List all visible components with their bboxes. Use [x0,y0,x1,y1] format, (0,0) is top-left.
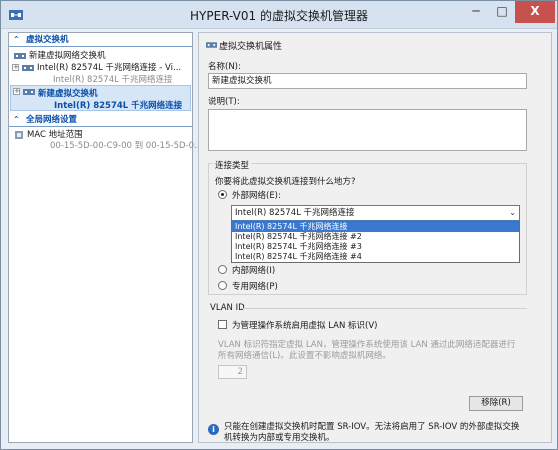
adapter-option[interactable]: Intel(R) 82574L 千兆网络连接 #2 [232,232,519,242]
private-network-radio[interactable] [218,281,227,290]
expand-icon[interactable]: + [12,64,19,71]
sr-iov-info-text: 只能在创建虚拟交换机时配置 SR-IOV。无法将启用了 SR-IOV 的外部虚拟… [224,422,520,443]
connection-question: 你要将此虚拟交换机连接到什么地方? [215,177,356,187]
network-switch-icon [22,65,34,71]
switch-manager-window: HYPER-V01 的虚拟交换机管理器 ─ □ X ⌃ 虚拟交换机 新建虚拟网络… [0,0,558,450]
private-network-label: 专用网络(P) [232,282,278,292]
vlan-enable-label: 为管理操作系统启用虚拟 LAN 标识(V) [232,321,378,331]
section-global-network-settings[interactable]: ⌃ 全局网络设置 [9,113,192,127]
sidebar-item-existing-switch[interactable]: + Intel(R) 82574L 千兆网络连接 - Vi... [9,62,192,74]
minimize-button[interactable]: ─ [463,1,489,23]
info-icon: i [208,424,219,435]
network-switch-icon [14,53,26,59]
network-switch-icon [23,89,35,95]
section-virtual-switches[interactable]: ⌃ 虚拟交换机 [9,33,192,47]
expand-icon[interactable]: + [13,88,20,95]
sidebar-item-new-switch-selected[interactable]: + 新建虚拟交换机 Intel(R) 82574L 千兆网络连接 [10,85,191,111]
external-network-label: 外部网络(E): [232,191,281,201]
chevron-down-icon[interactable]: ⌄ [509,206,516,220]
adapter-dropdown-list: Intel(R) 82574L 千兆网络连接 Intel(R) 82574L 千… [231,221,520,263]
adapter-option[interactable]: Intel(R) 82574L 千兆网络连接 #3 [232,242,519,252]
vlan-header: VLAN ID [210,303,245,313]
connection-type-label: 连接类型 [213,159,252,171]
internal-network-label: 内部网络(I) [232,266,276,276]
navigation-tree: ⌃ 虚拟交换机 新建虚拟网络交换机 + Intel(R) 82574L 千兆网络… [8,32,202,443]
close-button[interactable]: X [515,1,555,23]
mac-address-icon [15,131,23,139]
adapter-option[interactable]: Intel(R) 82574L 千兆网络连接 [232,222,519,232]
remove-button[interactable]: 移除(R) [469,396,523,411]
adapter-select[interactable]: Intel(R) 82574L 千兆网络连接 ⌄ [231,205,520,221]
external-network-radio[interactable] [218,190,227,199]
vlan-divider [241,308,527,309]
notes-label: 说明(T): [208,97,240,107]
sidebar-item-new-network-switch[interactable]: 新建虚拟网络交换机 [9,50,192,62]
panel-title: 虚拟交换机属性 [219,42,283,52]
notes-field[interactable] [208,109,527,151]
adapter-option[interactable]: Intel(R) 82574L 千兆网络连接 #4 [232,252,519,262]
name-field[interactable]: 新建虚拟交换机 [208,73,527,89]
network-switch-icon [206,42,217,48]
vlan-description-line2: 所有网络通信(L)。此设置不影响虚拟机网络。 [218,351,391,361]
internal-network-radio[interactable] [218,265,227,274]
vlan-enable-checkbox[interactable] [218,320,227,329]
maximize-button[interactable]: □ [489,1,515,23]
chevron-up-icon: ⌃ [13,35,20,44]
mac-range-value: 00-15-5D-00-C9-00 到 00-15-5D-0... [50,141,203,151]
vlan-id-field[interactable]: 2 [218,365,247,379]
chevron-up-icon: ⌃ [13,115,20,124]
switch-properties-panel: 虚拟交换机属性 名称(N): 新建虚拟交换机 说明(T): 连接类型 你要将此虚… [198,32,552,443]
title-bar: HYPER-V01 的虚拟交换机管理器 ─ □ X [1,1,557,29]
name-label: 名称(N): [208,62,241,72]
